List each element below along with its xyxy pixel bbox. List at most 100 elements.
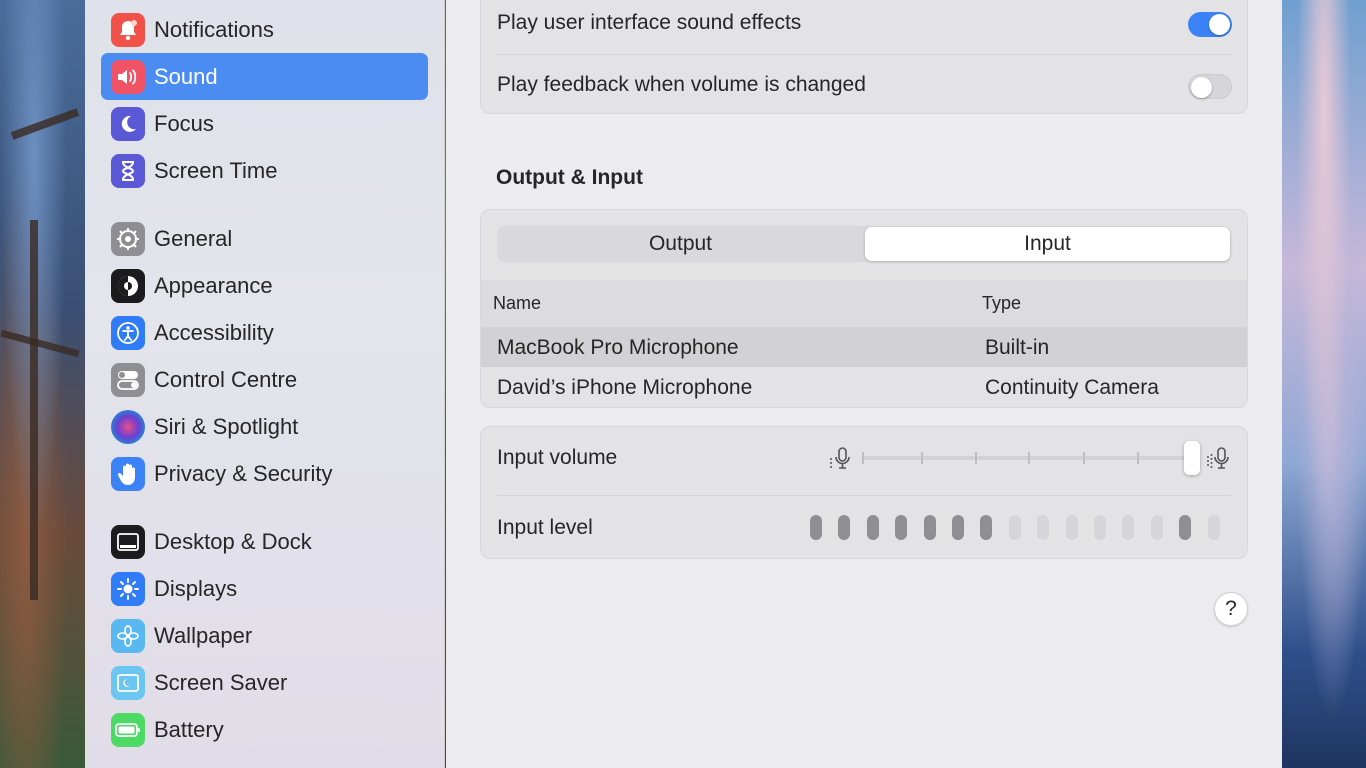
- accessibility-icon: [111, 315, 145, 350]
- sidebar-item-desktop-dock[interactable]: Desktop & Dock: [101, 518, 428, 565]
- output-input-card: Output Input Name Type MacBook Pro Micro…: [480, 209, 1248, 408]
- input-volume-card: Input volume Input level: [480, 426, 1248, 559]
- sidebar-item-label: Privacy & Security: [154, 460, 333, 486]
- slider-tick: [921, 452, 923, 464]
- table-header: Name Type: [481, 280, 1247, 327]
- device-name: MacBook Pro Microphone: [497, 336, 739, 359]
- sidebar-item-label: Appearance: [154, 272, 273, 298]
- hourglass-icon: [111, 153, 145, 188]
- table-row[interactable]: David’s iPhone Microphone Continuity Cam…: [481, 367, 1247, 407]
- wallpaper-beam: [30, 220, 38, 600]
- sidebar-item-label: Battery: [154, 716, 224, 742]
- device-type: Continuity Camera: [985, 376, 1159, 399]
- section-title: Output & Input: [496, 166, 643, 189]
- sidebar-item-label: Focus: [154, 110, 214, 136]
- sidebar-item-general[interactable]: General: [101, 215, 428, 262]
- sidebar-item-wallpaper[interactable]: Wallpaper: [101, 612, 428, 659]
- ui-sounds-toggle[interactable]: [1188, 12, 1232, 37]
- input-level-segment: [1094, 515, 1106, 540]
- sidebar-item-label: Screen Saver: [154, 669, 288, 695]
- sidebar-item-screen-time[interactable]: Screen Time: [101, 147, 428, 194]
- toggles-icon: [111, 362, 145, 397]
- sidebar-item-focus[interactable]: Focus: [101, 100, 428, 147]
- input-level-segment: [952, 515, 964, 540]
- gear-icon: [111, 221, 145, 256]
- input-level-label: Input level: [497, 516, 593, 539]
- input-volume-track[interactable]: [862, 456, 1192, 460]
- input-level-segment: [1065, 515, 1078, 540]
- dock-icon: [111, 524, 145, 559]
- input-level-segment: [1150, 515, 1163, 540]
- sidebar-item-label: General: [154, 225, 233, 251]
- device-type: Built-in: [985, 336, 1050, 359]
- moon-icon: [111, 106, 145, 141]
- divider: [497, 495, 1231, 496]
- input-level-segment: [1122, 515, 1135, 540]
- desktop-wallpaper-left: [0, 0, 85, 768]
- sidebar-item-label: Control Centre: [154, 366, 298, 392]
- input-level-segment: [1037, 515, 1050, 540]
- main-content: Play user interface sound effects Play f…: [446, 0, 1282, 768]
- slider-tick: [862, 452, 864, 464]
- sidebar-item-label: Siri & Spotlight: [154, 413, 299, 439]
- column-header-type[interactable]: Type: [982, 293, 1021, 314]
- input-level-segment: [838, 515, 851, 540]
- tab-input[interactable]: Input: [865, 227, 1230, 261]
- bell-icon: [111, 12, 145, 47]
- sidebar-item-battery[interactable]: Battery: [101, 706, 428, 753]
- slider-tick: [1137, 452, 1139, 464]
- column-header-name[interactable]: Name: [493, 293, 541, 314]
- sidebar-item-label: Sound: [154, 63, 218, 89]
- input-volume-label: Input volume: [497, 446, 618, 469]
- sidebar: Notifications Sound Focus Screen Time Ge…: [85, 0, 445, 768]
- sidebar-item-notifications[interactable]: Notifications: [101, 6, 428, 53]
- input-level-segment: [1008, 515, 1021, 540]
- hand-icon: [111, 456, 145, 491]
- speaker-icon: [111, 59, 145, 94]
- input-level-segment: [810, 515, 822, 540]
- mic-low-icon: [830, 447, 850, 469]
- input-level-segment: [866, 515, 879, 540]
- toggle-knob: [1209, 14, 1230, 35]
- sidebar-item-privacy-security[interactable]: Privacy & Security: [101, 450, 428, 497]
- table-row[interactable]: MacBook Pro Microphone Built-in: [481, 327, 1247, 367]
- volume-feedback-label: Play feedback when volume is changed: [497, 73, 866, 96]
- desktop-wallpaper-right: [1282, 0, 1366, 768]
- screensaver-icon: [111, 665, 145, 700]
- wallpaper-beam: [0, 329, 80, 358]
- sidebar-item-screen-saver[interactable]: Screen Saver: [101, 659, 428, 706]
- input-level-segment: [1207, 515, 1220, 540]
- sidebar-item-appearance[interactable]: Appearance: [101, 262, 428, 309]
- volume-feedback-toggle[interactable]: [1188, 74, 1232, 99]
- flower-icon: [111, 618, 145, 653]
- sidebar-item-label: Desktop & Dock: [154, 528, 312, 554]
- slider-tick: [1028, 452, 1030, 464]
- sidebar-item-label: Screen Time: [154, 157, 278, 183]
- sidebar-item-control-centre[interactable]: Control Centre: [101, 356, 428, 403]
- toggle-knob: [1191, 77, 1212, 98]
- divider: [497, 54, 1231, 55]
- input-level-segment: [1179, 515, 1192, 540]
- siri-icon: [111, 409, 145, 444]
- sidebar-item-label: Accessibility: [154, 319, 274, 345]
- sidebar-item-accessibility[interactable]: Accessibility: [101, 309, 428, 356]
- device-name: David’s iPhone Microphone: [497, 376, 753, 399]
- sidebar-item-label: Wallpaper: [154, 622, 253, 648]
- slider-tick: [975, 452, 977, 464]
- tab-output[interactable]: Output: [497, 226, 864, 262]
- ui-sounds-label: Play user interface sound effects: [497, 11, 802, 34]
- output-input-segmented-control: Output Input: [497, 226, 1231, 262]
- mic-high-icon: [1207, 447, 1229, 469]
- input-level-segment: [895, 515, 908, 540]
- input-level-segment: [980, 515, 993, 540]
- input-volume-slider-thumb[interactable]: [1184, 441, 1200, 475]
- sidebar-item-siri-spotlight[interactable]: Siri & Spotlight: [101, 403, 428, 450]
- input-level-segment: [923, 515, 936, 540]
- sidebar-item-sound[interactable]: Sound: [101, 53, 428, 100]
- sidebar-item-displays[interactable]: Displays: [101, 565, 428, 612]
- slider-tick: [1083, 452, 1085, 464]
- sidebar-item-label: Notifications: [154, 16, 274, 42]
- help-button[interactable]: ?: [1214, 592, 1248, 626]
- wallpaper-beam: [10, 108, 80, 140]
- appearance-icon: [111, 268, 145, 303]
